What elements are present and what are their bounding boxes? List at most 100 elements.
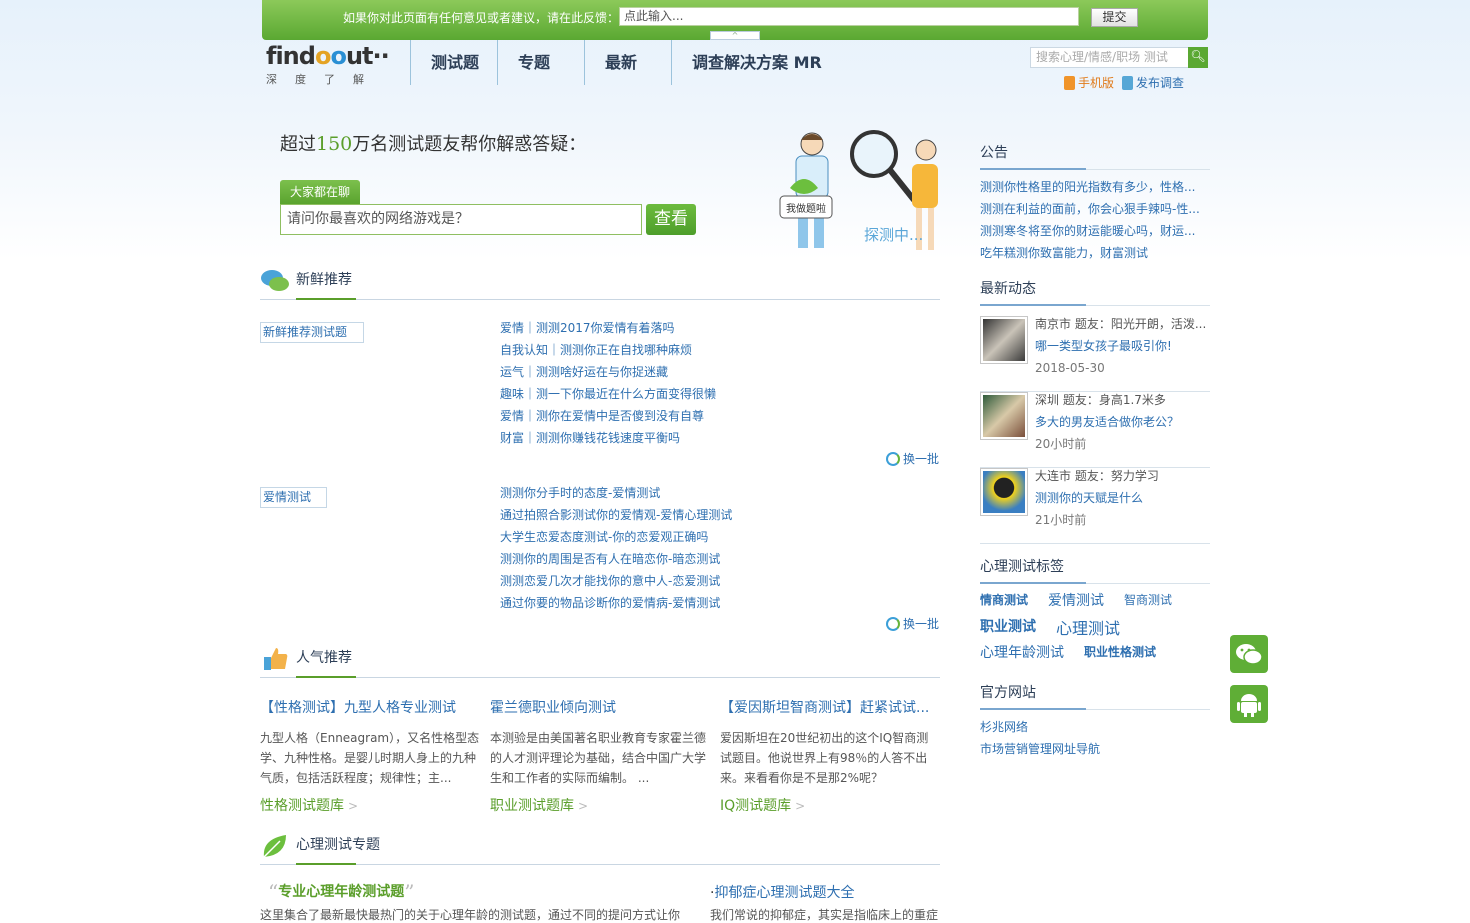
section-underline [980,168,1086,170]
avatar[interactable] [980,468,1028,516]
feed-user: 深圳 题友：身高1.7米多 [1035,393,1166,407]
tags-title: 心理测试标签 [980,559,1064,575]
list-item[interactable]: 通过你要的物品诊断你的爱情病-爱情测试 [500,592,732,614]
feed-time: 21小时前 [1035,513,1087,527]
search-box: 搜索心理/情感/职场 测试 🔍︎ [1030,47,1208,68]
svg-text:我做题啦: 我做题啦 [786,202,826,215]
site-logo[interactable]: findoout·· 深度了解 [266,42,390,88]
nav-item-latest[interactable]: 最新 [584,40,671,85]
section-fresh-title: 新鲜推荐 [296,272,352,288]
section-underline [980,582,1086,584]
leaf-icon [263,835,286,858]
list-item[interactable]: 财富｜测测你赚钱花钱速度平衡吗 [500,427,716,449]
section-underline [980,708,1086,710]
hero-illustration: 我做题啦 探测中... [779,130,938,250]
tag-link[interactable]: 情商测试 [980,591,1028,608]
swap-batch-button[interactable]: 换一批 [886,450,939,467]
list-item[interactable]: 运气｜测测啥好运在与你捉迷藏 [500,361,716,383]
official-title: 官方网站 [980,685,1036,701]
feedback-submit-button[interactable]: 提交 [1091,8,1138,27]
feed-test-link[interactable]: 多大的男友适合做你老公？ [1035,414,1179,430]
survey-icon [1122,76,1133,90]
popular-card-title[interactable]: 【性格测试】九型人格专业测试 [260,700,480,716]
fresh-image-1[interactable]: 新鲜推荐测试题 [260,322,364,343]
main-nav: 测试题 专题 最新 调查解决方案 MR [410,40,842,85]
tag-link[interactable]: 爱情测试 [1048,590,1104,610]
close-quote-icon: ” [404,880,415,904]
search-icon: 🔍︎ [1190,49,1206,63]
popular-card-desc: 本测验是由美国著名职业教育专家霍兰德的人才测评理论为基础，结合中国广大学生和工作… [490,731,707,785]
list-item[interactable]: 测测你的周围是否有人在暗恋你-暗恋测试 [500,548,732,570]
list-item[interactable]: 通过拍照合影测试你的爱情观-爱情心理测试 [500,504,732,526]
list-item[interactable]: 吃年糕测你致富能力，财富测试 [980,242,1210,264]
list-item[interactable]: 自我认知｜测测你正在自找哪种麻烦 [500,339,716,361]
notice-list: 测测你性格里的阳光指数有多少，性格... 测测在利益的面前，你会心狠手辣吗-性.… [980,176,1210,264]
feed-item: 大连市 题友：努力学习 测测你的天赋是什么 21小时前 [980,468,1210,544]
list-item[interactable]: 杉兆网络 [980,716,1210,738]
official-list: 杉兆网络 市场营销管理网址导航 [980,716,1210,760]
feed-test-link[interactable]: 测测你的天赋是什么 [1035,490,1143,506]
library-label: 性格测试题库 [260,798,344,814]
section-topics-title: 心理测试专题 [296,837,380,853]
fresh-image-2[interactable]: 爱情测试 [260,487,327,508]
avatar[interactable] [980,316,1028,364]
feedback-label: 如果你对此页面有任何意见或者建议，请在此反馈： [343,11,620,25]
popular-card: 【爱因斯坦智商测试】赶紧试试... 爱因斯坦在20世纪初出的这个IQ智商测试题目… [720,700,940,815]
wechat-button[interactable] [1230,635,1268,673]
search-input[interactable]: 搜索心理/情感/职场 测试 [1031,48,1187,67]
android-app-button[interactable] [1230,685,1268,723]
popular-card-title[interactable]: 霍兰德职业倾向测试 [490,700,710,716]
feed-time: 20小时前 [1035,437,1087,451]
tags-header: 心理测试标签 [980,558,1210,584]
list-item[interactable]: 测测你分手时的态度-爱情测试 [500,482,732,504]
publish-survey-label: 发布调查 [1136,76,1185,90]
tag-link[interactable]: 职业性格测试 [1084,643,1156,660]
search-button[interactable]: 🔍︎ [1188,47,1208,68]
tag-link[interactable]: 职业测试 [980,616,1036,636]
popular-card-library-link[interactable]: 性格测试题库 > [260,795,480,815]
fresh-list-1: 爱情｜测测2017你爱情有着落吗 自我认知｜测测你正在自找哪种麻烦 运气｜测测啥… [500,317,716,449]
phone-icon [1064,76,1075,90]
chat-bubbles-icon [261,270,289,291]
feedback-input[interactable]: 点此输入... [619,7,1079,26]
list-item[interactable]: 爱情｜测你在爱情中是否傻到没有自尊 [500,405,716,427]
nav-item-topics[interactable]: 专题 [497,40,584,85]
section-topics: 心理测试专题 [260,835,940,865]
list-item[interactable]: 趣味｜测一下你最近在什么方面变得很懒 [500,383,716,405]
notice-title: 公告 [980,145,1008,161]
popular-card-title[interactable]: 【爱因斯坦智商测试】赶紧试试... [720,700,940,716]
fresh-list-2: 测测你分手时的态度-爱情测试 通过拍照合影测试你的爱情观-爱情心理测试 大学生恋… [500,482,732,614]
list-item[interactable]: 测测恋爱几次才能找你的意中人-恋爱测试 [500,570,732,592]
swap-batch-label: 换一批 [903,617,940,631]
feedback-collapse-toggle[interactable]: ^ [710,31,760,40]
popular-card: 霍兰德职业倾向测试 本测验是由美国著名职业教育专家霍兰德的人才测评理论为基础，结… [490,700,710,815]
list-item[interactable]: 测测在利益的面前，你会心狠手辣吗-性... [980,198,1210,220]
logo-text-o2: o [330,42,346,70]
popular-card-library-link[interactable]: IQ测试题库 > [720,795,940,815]
chevron-right-icon: > [795,799,806,813]
tag-link[interactable]: 心理测试 [1056,615,1120,639]
mobile-link[interactable]: 手机版 [1064,75,1114,91]
tag-link[interactable]: 智商测试 [1124,591,1172,608]
topic-item-1[interactable]: “专业心理年龄测试题” [268,880,414,904]
list-item[interactable]: 大学生恋爱态度测试-你的恋爱观正确吗 [500,526,732,548]
list-item[interactable]: 爱情｜测测2017你爱情有着落吗 [500,317,716,339]
chat-view-button[interactable]: 查看 [646,204,696,235]
chat-question-field[interactable]: 请问你最喜欢的网络游戏是？ [280,204,642,235]
swap-batch-button[interactable]: 换一批 [886,615,939,632]
nav-item-tests[interactable]: 测试题 [410,40,497,85]
feed-test-link[interactable]: 哪一类型女孩子最吸引你! [1035,338,1172,354]
popular-card-library-link[interactable]: 职业测试题库 > [490,795,710,815]
list-item[interactable]: 测测你性格里的阳光指数有多少，性格... [980,176,1210,198]
publish-survey-link[interactable]: 发布调查 [1122,75,1184,91]
hero-number: 150 [316,133,353,155]
tag-link[interactable]: 心理年龄测试 [980,642,1064,662]
avatar[interactable] [980,392,1028,440]
feed-item: 南京市 题友：阳光开朗，活泼... 哪一类型女孩子最吸引你! 2018-05-3… [980,316,1210,392]
nav-item-survey-solutions[interactable]: 调查解决方案 MR [671,40,842,85]
topic-item-2[interactable]: ·抑郁症心理测试题大全 [710,882,854,902]
list-item[interactable]: 市场营销管理网址导航 [980,738,1210,760]
list-item[interactable]: 测测寒冬将至你的财运能暖心吗，财运... [980,220,1210,242]
section-underline [296,863,356,865]
section-underline [296,298,356,300]
